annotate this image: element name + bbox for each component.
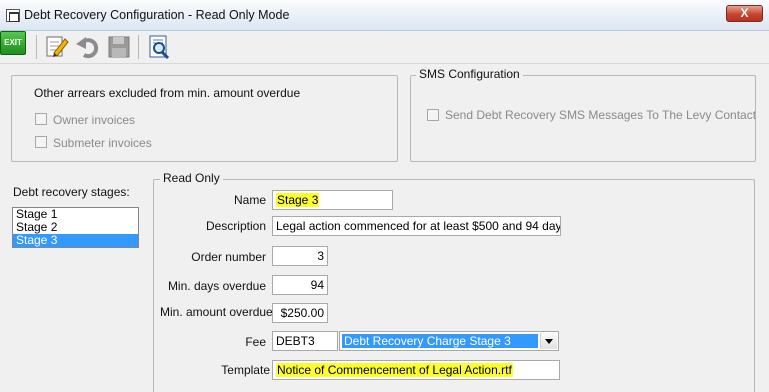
- chevron-down-icon[interactable]: [540, 333, 557, 349]
- preview-button[interactable]: [146, 33, 172, 61]
- description-field[interactable]: Legal action commenced for at least $500…: [272, 216, 561, 236]
- print-preview-icon: [149, 35, 170, 60]
- fee-label: Fee: [245, 335, 266, 349]
- min-amount-field[interactable]: $250.00: [272, 303, 328, 323]
- send-sms-label: Send Debt Recovery SMS Messages To The L…: [445, 108, 757, 122]
- submeter-invoices-checkbox[interactable]: [35, 136, 47, 148]
- owner-invoices-checkbox[interactable]: [35, 113, 47, 125]
- template-label: Template: [221, 363, 270, 377]
- template-field[interactable]: Notice of Commencement of Legal Action.r…: [272, 360, 560, 380]
- name-label: Name: [233, 193, 266, 207]
- fee-dropdown[interactable]: Debt Recovery Charge Stage 3: [339, 331, 559, 351]
- description-label: Description: [205, 219, 266, 233]
- min-days-label: Min. days overdue: [167, 279, 266, 293]
- order-number-label: Order number: [191, 250, 266, 264]
- undo-icon: [76, 37, 99, 59]
- stages-list[interactable]: Stage 1 Stage 2 Stage 3: [12, 207, 139, 248]
- fee-selected-value: Debt Recovery Charge Stage 3: [342, 334, 538, 348]
- close-button[interactable]: X: [726, 5, 763, 22]
- owner-invoices-label: Owner invoices: [53, 113, 136, 127]
- arrears-heading: Other arrears excluded from min. amount …: [34, 86, 301, 100]
- save-icon: [108, 36, 130, 58]
- send-sms-checkbox[interactable]: [427, 109, 439, 121]
- name-field[interactable]: Stage 3: [272, 190, 393, 210]
- order-number-field[interactable]: 3: [272, 246, 328, 266]
- name-value: Stage 3: [276, 193, 320, 207]
- detail-legend: Read Only: [160, 171, 223, 185]
- app-icon: [6, 9, 20, 22]
- save-button[interactable]: [106, 33, 132, 61]
- window-title: Debt Recovery Configuration - Read Only …: [24, 8, 290, 22]
- toolbar: EXIT: [0, 31, 769, 64]
- template-value: Notice of Commencement of Legal Action.r…: [276, 363, 513, 377]
- submeter-invoices-label: Submeter invoices: [53, 136, 152, 150]
- title-bar: Debt Recovery Configuration - Read Only …: [0, 0, 769, 31]
- edit-button[interactable]: [44, 33, 70, 61]
- min-amount-label: Min. amount overdue: [160, 305, 273, 319]
- undo-button[interactable]: [74, 33, 100, 61]
- stages-label: Debt recovery stages:: [13, 185, 130, 199]
- list-item-selected[interactable]: Stage 3: [13, 234, 138, 247]
- toolbar-separator: [138, 35, 139, 59]
- fee-code-field[interactable]: DEBT3: [272, 331, 338, 351]
- min-days-field[interactable]: 94: [272, 275, 328, 295]
- edit-icon: [46, 36, 69, 57]
- sms-legend: SMS Configuration: [416, 67, 523, 81]
- exit-button[interactable]: EXIT: [0, 31, 26, 55]
- toolbar-separator: [36, 35, 37, 59]
